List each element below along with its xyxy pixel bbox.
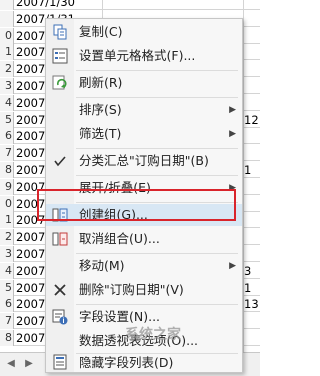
menu-item-copy[interactable]: 复制(C) (46, 21, 242, 43)
row-number[interactable]: 7 (0, 145, 14, 162)
value-cell[interactable] (244, 246, 260, 262)
value-cell[interactable]: 1 (244, 280, 260, 296)
menu-item-ungroup[interactable]: 取消组合(U)... (46, 228, 242, 250)
menu-separator (76, 175, 238, 176)
value-cell[interactable] (244, 11, 260, 27)
menu-item-hide-field-list[interactable]: 隐藏字段列表(D) (46, 353, 242, 372)
menu-item-format-cells[interactable]: 设置单元格格式(F)... (46, 45, 242, 67)
row-number[interactable]: 6 (0, 296, 14, 313)
row-number[interactable]: 6 (0, 128, 14, 145)
row-number[interactable]: 8 (0, 162, 14, 178)
value-cell[interactable] (244, 28, 260, 44)
value-cell[interactable] (244, 95, 260, 111)
row-number[interactable]: 5 (0, 279, 14, 296)
value-cell[interactable] (244, 196, 260, 212)
menu-item-subtotal[interactable]: 分类汇总"订购日期"(B) (46, 150, 242, 172)
menu-item-label: 复制(C) (79, 24, 123, 39)
value-cell[interactable] (244, 0, 260, 10)
row-number[interactable]: 0 (0, 27, 14, 44)
menu-separator (76, 70, 238, 71)
value-cell[interactable] (244, 128, 260, 144)
ungroup-icon (52, 231, 68, 247)
value-cell[interactable] (244, 61, 260, 77)
menu-item-label: 删除"订购日期"(V) (79, 282, 184, 297)
value-cell[interactable] (244, 229, 260, 245)
highlight-box (37, 189, 236, 221)
menu-item-label: 排序(S) (79, 102, 122, 117)
menu-item-filter[interactable]: 筛选(T) ▶ (46, 123, 242, 145)
value-cell[interactable] (244, 78, 260, 94)
submenu-arrow-icon: ▶ (229, 105, 236, 115)
row-number[interactable]: 1 (0, 212, 14, 229)
watermark-text: 系统之家 (125, 327, 181, 343)
row-number[interactable]: 3 (0, 78, 14, 94)
value-cell[interactable] (244, 330, 260, 346)
refresh-icon (52, 75, 68, 91)
format-cells-icon (52, 48, 68, 64)
menu-item-label: 设置单元格格式(F)... (79, 48, 196, 63)
row-number[interactable]: 9 (0, 178, 14, 195)
submenu-arrow-icon: ▶ (229, 129, 236, 139)
submenu-arrow-icon: ▶ (229, 261, 236, 271)
row-number[interactable]: 0 (0, 195, 14, 212)
menu-item-label: 刷新(R) (79, 75, 123, 90)
value-cell[interactable] (244, 313, 260, 329)
value-cell[interactable] (244, 179, 260, 195)
value-cell[interactable]: 12 (244, 112, 260, 128)
row-number[interactable]: 8 (0, 330, 14, 346)
tab-next-icon[interactable]: ▶ (22, 357, 36, 371)
value-cell[interactable] (244, 212, 260, 228)
menu-item-move[interactable]: 移动(M) ▶ (46, 255, 242, 277)
menu-item-label: 取消组合(U)... (79, 231, 160, 246)
table-row: 2007/1/30 (0, 0, 260, 10)
value-cell[interactable]: 1 (244, 162, 260, 178)
menu-item-label: 筛选(T) (79, 126, 122, 141)
row-number[interactable]: 3 (0, 246, 14, 262)
row-number[interactable]: 5 (0, 111, 14, 128)
delete-x-icon (52, 282, 68, 298)
row-number[interactable]: 4 (0, 94, 14, 111)
row-number[interactable]: 1 (0, 44, 14, 61)
row-number[interactable] (0, 10, 14, 27)
row-number[interactable] (0, 0, 14, 10)
row-number[interactable]: 4 (0, 262, 14, 279)
value-cell[interactable] (244, 145, 260, 161)
menu-item-sort[interactable]: 排序(S) ▶ (46, 99, 242, 121)
menu-item-label: 分类汇总"订购日期"(B) (79, 153, 209, 168)
menu-item-refresh[interactable]: 刷新(R) (46, 72, 242, 94)
value-cell[interactable]: 3 (244, 263, 260, 279)
copy-icon (52, 24, 68, 40)
field-list-icon (52, 354, 68, 370)
row-number[interactable]: 7 (0, 313, 14, 330)
field-settings-icon (52, 309, 68, 325)
checkmark-icon (52, 153, 68, 169)
menu-item-label: 隐藏字段列表(D) (79, 355, 174, 370)
menu-separator (76, 304, 238, 305)
menu-separator (76, 97, 238, 98)
tab-prev-icon[interactable]: ◀ (4, 357, 18, 371)
value-cell[interactable]: 13 (244, 296, 260, 312)
row-number[interactable]: 2 (0, 61, 14, 78)
value-cell[interactable] (244, 44, 260, 60)
menu-item-delete-field[interactable]: 删除"订购日期"(V) (46, 279, 242, 301)
menu-separator (76, 253, 238, 254)
menu-separator (76, 148, 238, 149)
row-number[interactable]: 2 (0, 229, 14, 246)
menu-item-label: 移动(M) (79, 258, 125, 273)
date-cell[interactable]: 2007/1/30 (16, 0, 102, 10)
